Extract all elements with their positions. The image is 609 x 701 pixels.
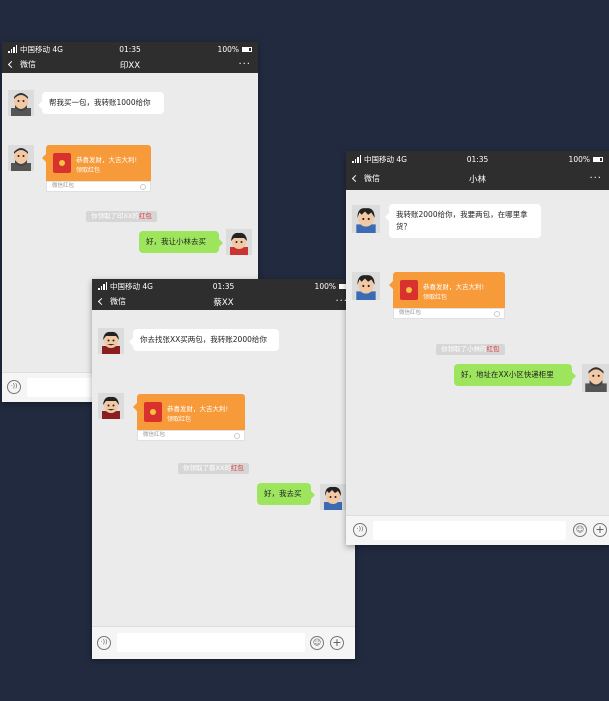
clock: 01:35 [119, 44, 141, 54]
carrier-label: 中国移动 4G [364, 154, 407, 164]
message-input[interactable] [117, 633, 305, 652]
red-packet-footer: 微信红包 [143, 432, 166, 438]
avatar-lin[interactable] [352, 272, 380, 300]
system-notice-text: 你领取了小林的 [441, 345, 487, 353]
red-packet-greeting: 恭喜发财，大吉大利! [423, 283, 485, 291]
red-envelope-icon [144, 402, 162, 422]
red-envelope-icon [53, 153, 71, 173]
more-button[interactable]: ··· [238, 59, 251, 70]
chat-header: 微信 小林 ··· [346, 167, 609, 190]
my-message-bubble: 好，地址在XX小区快递柜里 [454, 364, 576, 386]
my-avatar[interactable] [582, 364, 609, 392]
carrier-label: 中国移动 4G [110, 281, 153, 291]
battery-icon [593, 156, 603, 162]
battery-level: 100% [568, 154, 590, 164]
chat-header: 微信 蔡XX ··· [92, 293, 355, 310]
red-packet-action: 领取红包 [423, 294, 448, 301]
system-notice: 你领取了小林的红包 [436, 344, 505, 355]
red-packet[interactable]: 恭喜发财，大吉大利! 领取红包 微信红包 [133, 394, 245, 441]
emoji-icon[interactable]: ☺ [310, 636, 324, 650]
plus-icon[interactable]: + [330, 636, 344, 650]
status-bar: 中国移动 4G 01:35 100% [346, 151, 609, 167]
red-packet[interactable]: 恭喜发财，大吉大利! 领取红包 微信红包 [42, 145, 151, 192]
avatar-yin[interactable] [8, 145, 34, 171]
wechat-pay-icon [140, 184, 146, 190]
chat-title: 小林 [468, 174, 487, 185]
system-notice: 你领取了蔡XX的红包 [178, 463, 249, 474]
voice-icon[interactable]: ·)) [97, 636, 111, 650]
battery-icon [242, 46, 252, 52]
status-bar: 中国移动 4G 01:35 100% [92, 279, 355, 293]
more-button[interactable]: ··· [589, 173, 602, 184]
chevron-left-icon [351, 174, 360, 183]
chevron-left-icon [7, 60, 16, 69]
my-avatar[interactable] [226, 229, 252, 255]
avatar-cai[interactable] [98, 393, 124, 419]
chat-title: 蔡XX [213, 297, 234, 308]
red-packet[interactable]: 恭喜发财，大吉大利! 领取红包 微信红包 [389, 272, 505, 319]
red-envelope-icon [400, 280, 418, 300]
clock: 01:35 [466, 154, 489, 164]
message-bubble: 你去找张XX买两包，我转账2000给你 [129, 329, 279, 351]
red-packet-footer: 微信红包 [399, 310, 422, 316]
chat-title: 印XX [119, 60, 141, 71]
avatar-lin[interactable] [352, 205, 380, 233]
status-bar: 中国移动 4G 01:35 100% [2, 42, 258, 56]
red-packet-link[interactable]: 红包 [231, 464, 244, 472]
voice-icon[interactable]: ·)) [7, 380, 21, 394]
chat-header: 微信 印XX ··· [2, 56, 258, 73]
system-notice-text: 你领取了印XX的 [91, 212, 139, 220]
carrier-label: 中国移动 4G [20, 44, 63, 54]
back-label: 微信 [364, 174, 380, 183]
voice-icon[interactable]: ·)) [353, 523, 367, 537]
red-packet-greeting: 恭喜发财，大吉大利! [76, 156, 138, 164]
chat-window-lin: 中国移动 4G 01:35 100% 微信 小林 ··· 我转账2000给你，我… [346, 151, 609, 545]
red-packet-greeting: 恭喜发财，大吉大利! [167, 405, 229, 413]
input-bar: ·)) ☺ + [92, 626, 355, 659]
chevron-left-icon [97, 297, 106, 306]
clock: 01:35 [212, 281, 235, 291]
wechat-pay-icon [494, 311, 500, 317]
red-packet-footer: 微信红包 [52, 183, 75, 189]
message-input[interactable] [373, 521, 566, 540]
avatar-cai[interactable] [98, 328, 124, 354]
red-packet-action: 领取红包 [76, 167, 101, 174]
red-packet-link[interactable]: 红包 [139, 212, 152, 220]
message-bubble: 我转账2000给你，我要两包，在哪里拿货？ [385, 204, 541, 238]
chat-window-cai: 中国移动 4G 01:35 100% 微信 蔡XX ··· 你去找张XX买两包，… [92, 279, 355, 659]
wechat-pay-icon [234, 433, 240, 439]
my-avatar[interactable] [320, 484, 346, 510]
red-packet-link[interactable]: 红包 [487, 345, 500, 353]
back-label: 微信 [110, 297, 126, 306]
avatar-yin[interactable] [8, 90, 34, 116]
back-label: 微信 [20, 60, 36, 69]
battery-level: 100% [217, 44, 239, 54]
signal-icon [98, 282, 107, 290]
back-button[interactable]: 微信 [97, 296, 126, 307]
signal-icon [352, 155, 361, 163]
plus-icon[interactable]: + [593, 523, 607, 537]
system-notice-text: 你领取了蔡XX的 [183, 464, 231, 472]
input-bar: ·)) ☺ + [346, 515, 609, 545]
battery-level: 100% [314, 281, 336, 291]
red-packet-action: 领取红包 [167, 416, 192, 423]
message-bubble: 帮我买一包，我转账1000给你 [38, 92, 164, 114]
back-button[interactable]: 微信 [7, 59, 36, 70]
my-message-bubble: 好，我去买 [257, 483, 315, 505]
back-button[interactable]: 微信 [351, 173, 380, 184]
system-notice: 你领取了印XX的红包 [86, 211, 157, 222]
emoji-icon[interactable]: ☺ [573, 523, 587, 537]
signal-icon [8, 45, 17, 53]
my-message-bubble: 好，我让小林去买 [139, 231, 223, 253]
